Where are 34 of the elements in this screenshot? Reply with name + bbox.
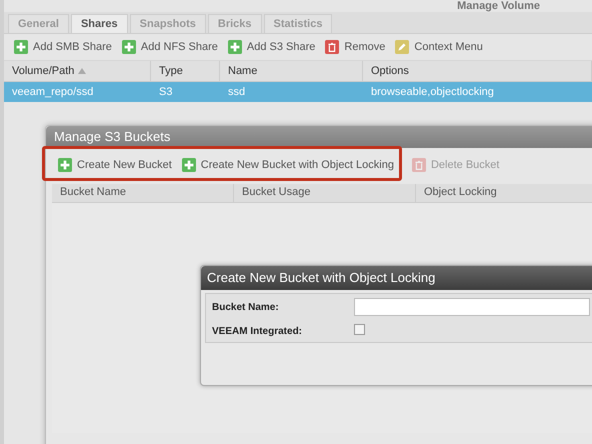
field-label: VEEAM Integrated: xyxy=(212,326,304,336)
plus-icon xyxy=(122,40,136,54)
field-label: Bucket Name: xyxy=(212,302,280,312)
plus-icon xyxy=(182,158,196,172)
table-cell-text: veeam_repo/ssd xyxy=(11,85,94,100)
toolbar-button[interactable]: Remove xyxy=(325,40,386,54)
trash-icon xyxy=(412,158,426,172)
dialog-title: Create New Bucket with Object Locking xyxy=(207,270,436,285)
table-cell-text: browseable,objectlocking xyxy=(370,85,495,100)
plus-icon xyxy=(14,40,28,54)
column-header[interactable]: Name xyxy=(220,61,363,81)
window-title: Manage Volume xyxy=(457,0,540,12)
column-header[interactable]: Bucket Name xyxy=(52,184,234,202)
toolbar-button[interactable]: Add NFS Share xyxy=(122,40,218,54)
table-cell-text: ssd xyxy=(227,85,246,100)
column-header[interactable]: Options xyxy=(363,61,592,81)
toolbar-button[interactable]: Create New Bucket xyxy=(58,158,172,172)
trash-icon xyxy=(325,40,340,54)
tab[interactable]: Shares xyxy=(70,14,128,33)
column-header[interactable]: Volume/Path xyxy=(4,61,151,81)
window-title: Manage S3 Buckets xyxy=(54,129,170,144)
toolbar-button[interactable]: Add S3 Share xyxy=(228,40,316,54)
plus-icon xyxy=(58,158,72,172)
column-header[interactable]: Type xyxy=(151,61,220,81)
column-header[interactable]: Object Locking xyxy=(416,184,592,202)
plus-icon xyxy=(228,40,242,54)
table-cell-text: S3 xyxy=(158,85,174,100)
checkbox[interactable] xyxy=(354,324,365,335)
toolbar-button[interactable]: Create New Bucket with Object Locking xyxy=(182,158,394,172)
input-field[interactable] xyxy=(354,298,590,316)
pencil-icon xyxy=(395,40,410,54)
toolbar-button[interactable]: Context Menu xyxy=(395,40,483,54)
toolbar-button[interactable]: Add SMB Share xyxy=(14,40,112,54)
column-header[interactable]: Bucket Usage xyxy=(234,184,416,202)
